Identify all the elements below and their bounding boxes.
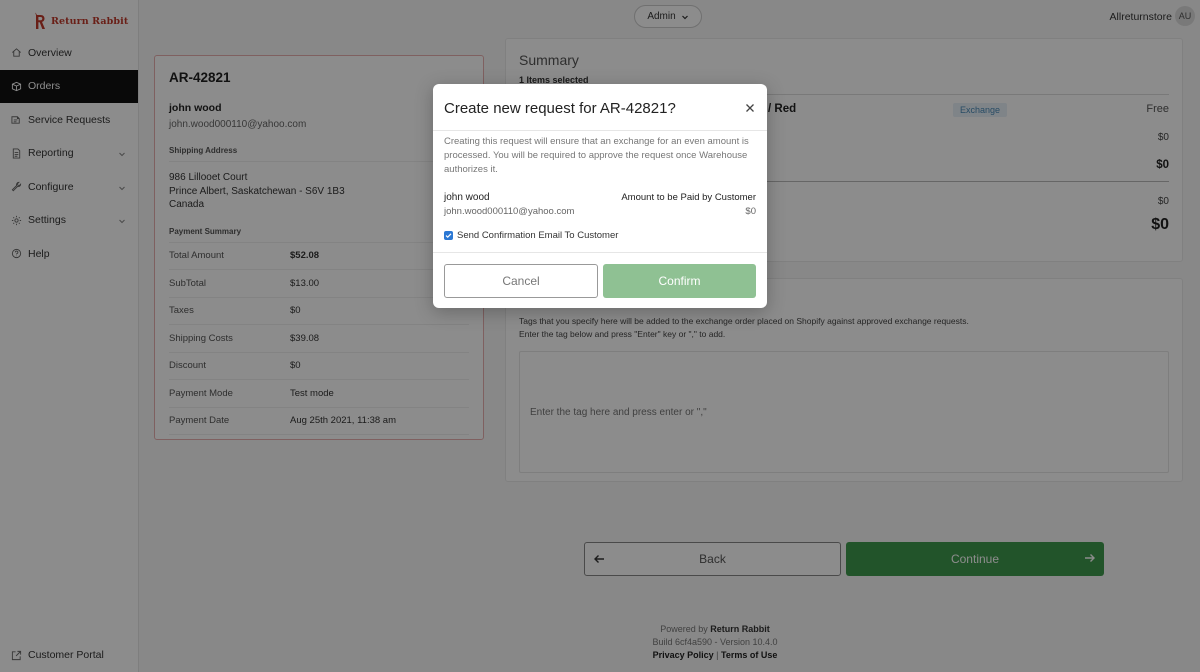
divider [433, 252, 767, 253]
modal-customer-email: john.wood000110@yahoo.com [444, 206, 575, 217]
divider [433, 130, 767, 131]
amount-value: $0 [745, 206, 756, 217]
checkmark-icon [445, 233, 452, 239]
close-icon[interactable] [745, 103, 755, 113]
amount-label: Amount to be Paid by Customer [621, 192, 756, 203]
modal-title: Create new request for AR-42821? [444, 100, 676, 117]
send-email-checkbox[interactable] [444, 231, 453, 240]
modal-description: Creating this request will ensure that a… [444, 136, 749, 175]
modal-customer-name: john wood [444, 192, 490, 203]
cancel-button[interactable]: Cancel [444, 264, 598, 298]
send-email-label: Send Confirmation Email To Customer [457, 230, 619, 241]
create-request-modal: Create new request for AR-42821? Creatin… [433, 84, 767, 308]
confirm-button[interactable]: Confirm [603, 264, 756, 298]
send-email-checkbox-row[interactable]: Send Confirmation Email To Customer [444, 230, 618, 241]
